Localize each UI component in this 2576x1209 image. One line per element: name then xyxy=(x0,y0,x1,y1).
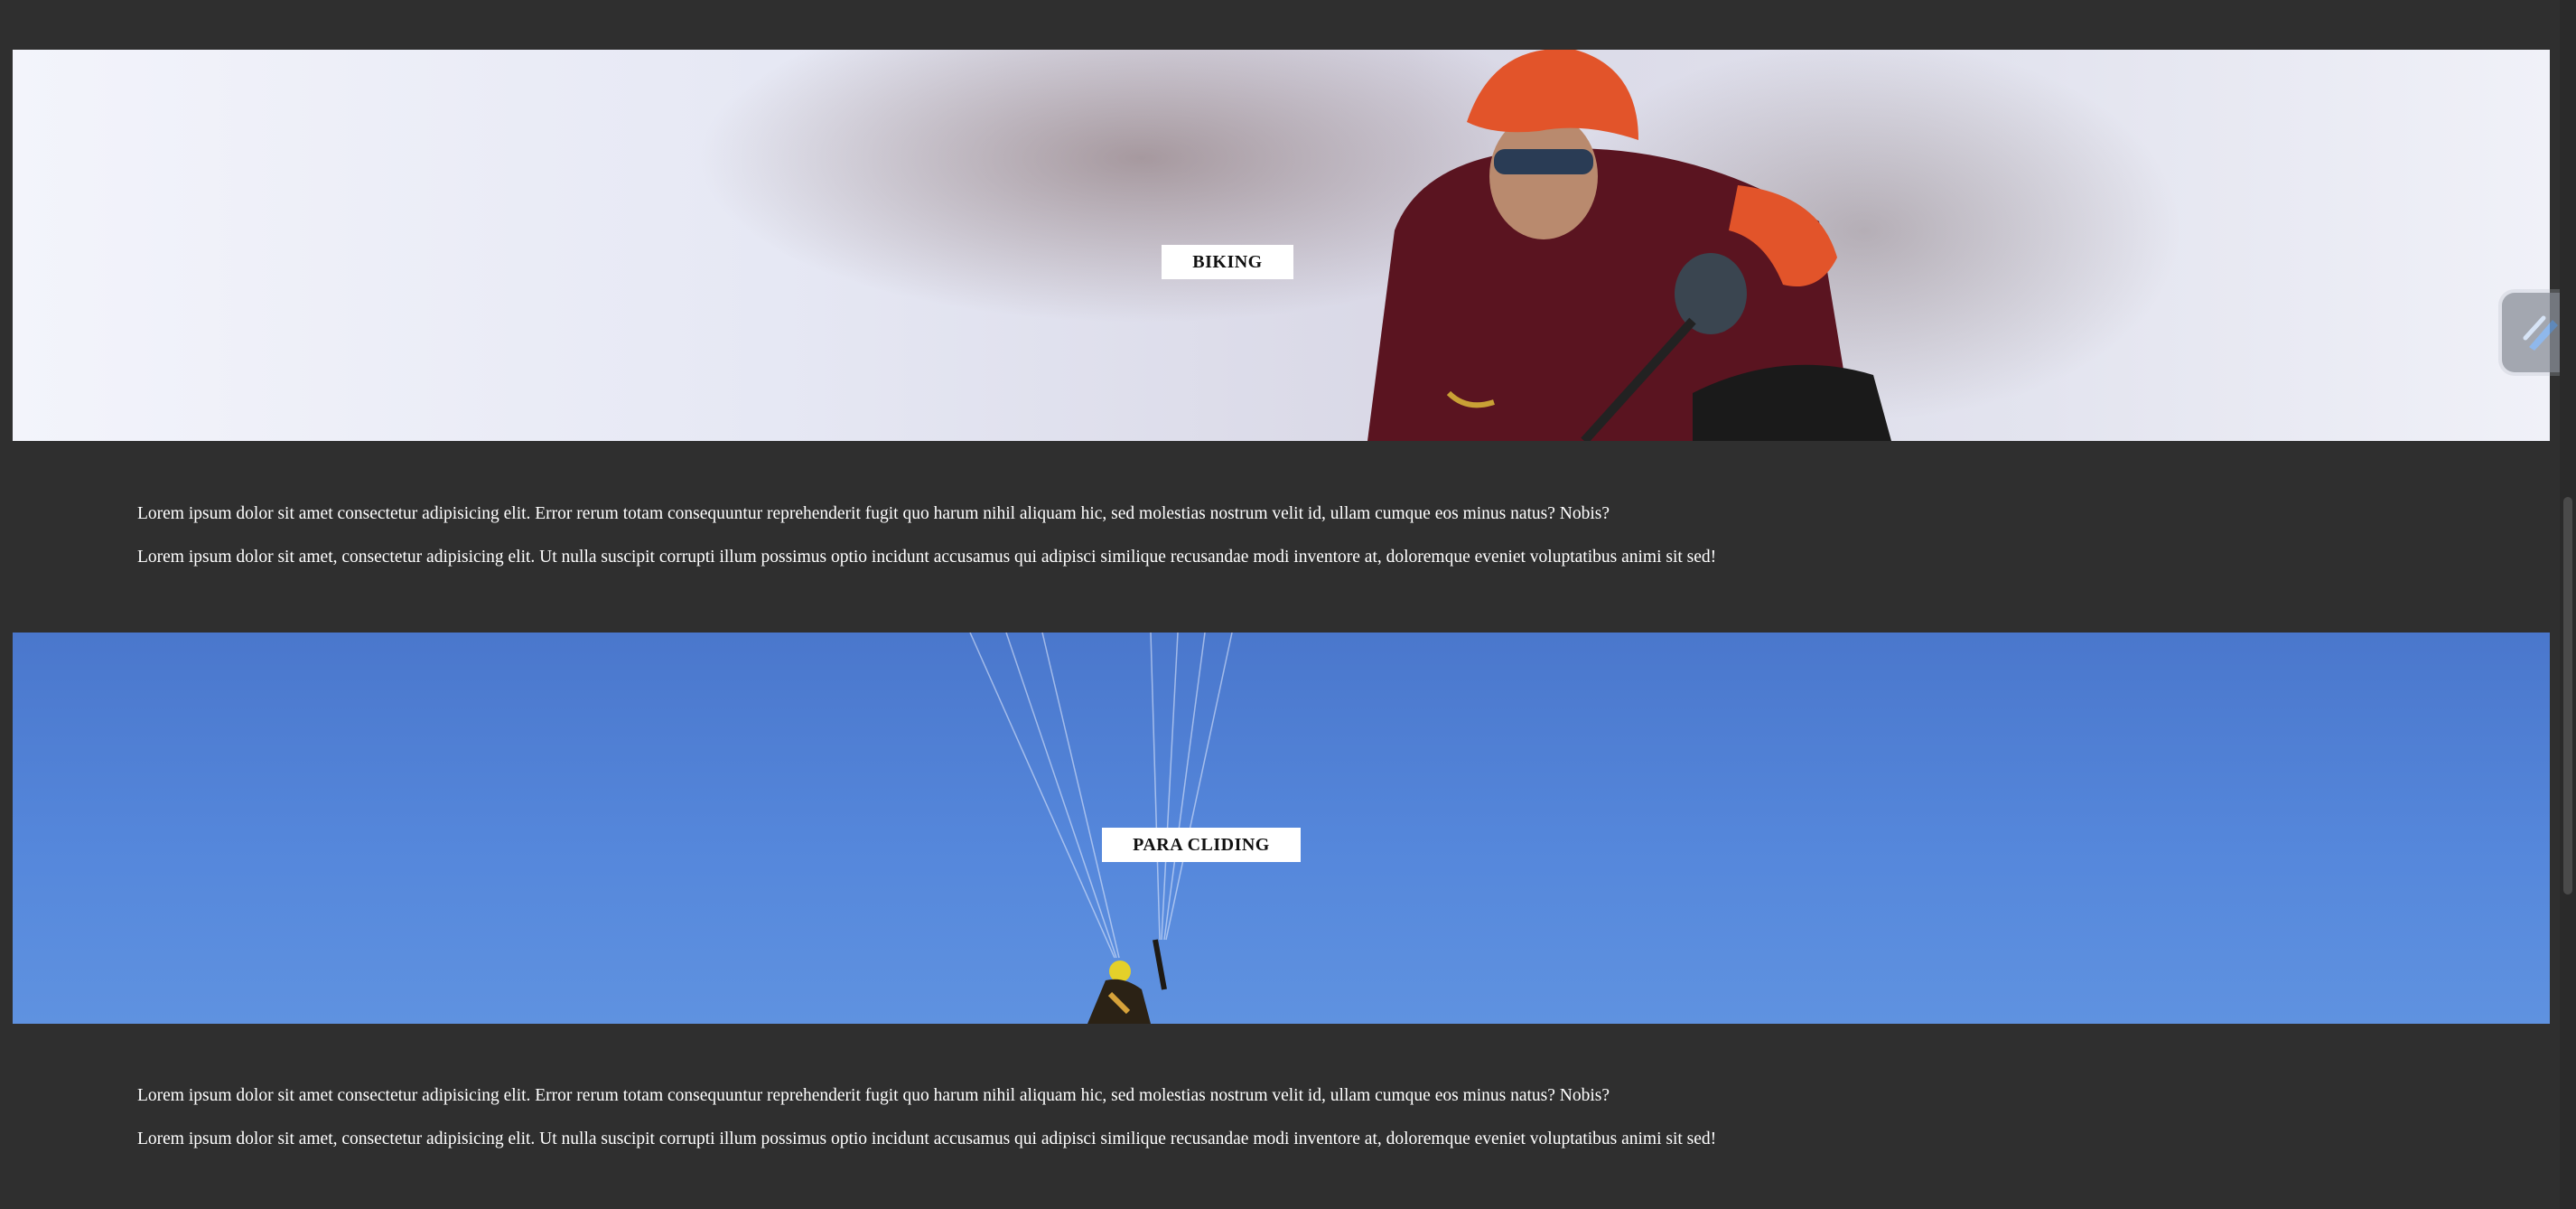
paragliding-paragraph-2: Lorem ipsum dolor sit amet, consectetur … xyxy=(137,1129,1717,1148)
page: BIKING Lorem ipsum dolor sit amet consec… xyxy=(0,0,2576,1209)
mountain-biker-image xyxy=(1367,50,1891,441)
biking-paragraph-1: Lorem ipsum dolor sit amet consectetur a… xyxy=(137,504,1610,523)
biking-label: BIKING xyxy=(1162,245,1293,279)
scrollbar-thumb[interactable] xyxy=(2563,497,2572,895)
biking-description: Lorem ipsum dolor sit amet consectetur a… xyxy=(137,503,2305,568)
vertical-scrollbar[interactable] xyxy=(2560,0,2576,1209)
biking-paragraph-2: Lorem ipsum dolor sit amet, consectetur … xyxy=(137,548,1717,567)
paragliding-label: PARA CLIDING xyxy=(1102,828,1301,862)
biking-banner: BIKING xyxy=(13,50,2550,441)
pen-tool-icon xyxy=(2523,315,2558,351)
paragliding-banner: PARA CLIDING xyxy=(13,633,2550,1024)
paragliding-paragraph-1: Lorem ipsum dolor sit amet consectetur a… xyxy=(137,1086,1610,1105)
paragliding-description: Lorem ipsum dolor sit amet consectetur a… xyxy=(137,1085,2305,1150)
